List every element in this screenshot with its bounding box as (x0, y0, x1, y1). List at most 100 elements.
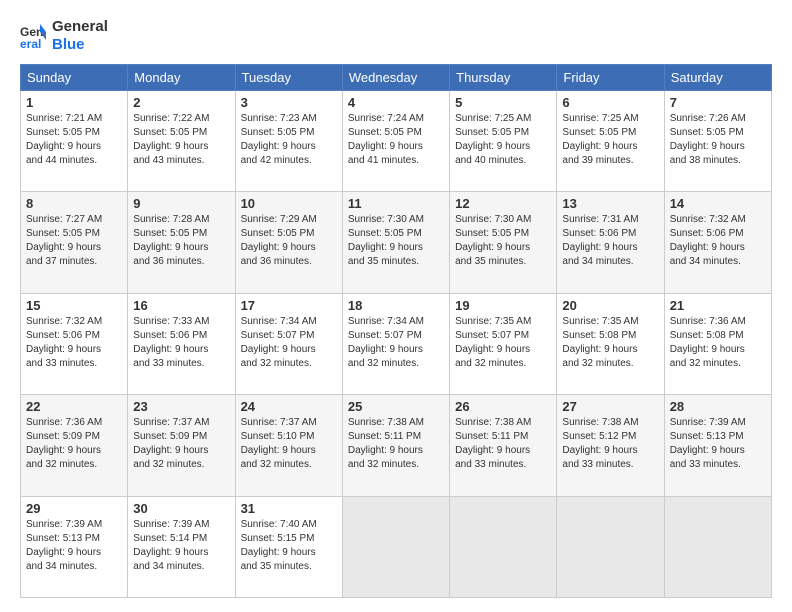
day-info: Sunrise: 7:31 AM Sunset: 5:06 PM Dayligh… (562, 213, 658, 269)
weekday-header-tuesday: Tuesday (235, 65, 342, 91)
calendar-cell (342, 496, 449, 597)
calendar-cell: 18 Sunrise: 7:34 AM Sunset: 5:07 PM Dayli… (342, 293, 449, 394)
logo: Gen eral General Blue (20, 18, 108, 54)
day-info: Sunrise: 7:30 AM Sunset: 5:05 PM Dayligh… (348, 213, 444, 269)
calendar-cell: 23 Sunrise: 7:37 AM Sunset: 5:09 PM Dayli… (128, 395, 235, 496)
day-info: Sunrise: 7:40 AM Sunset: 5:15 PM Dayligh… (241, 518, 337, 574)
day-info: Sunrise: 7:39 AM Sunset: 5:14 PM Dayligh… (133, 518, 229, 574)
day-number: 19 (455, 298, 551, 313)
day-number: 28 (670, 399, 766, 414)
calendar-cell: 13 Sunrise: 7:31 AM Sunset: 5:06 PM Dayli… (557, 192, 664, 293)
calendar-cell: 6 Sunrise: 7:25 AM Sunset: 5:05 PM Daylig… (557, 91, 664, 192)
calendar-cell (557, 496, 664, 597)
day-number: 30 (133, 501, 229, 516)
calendar-cell: 31 Sunrise: 7:40 AM Sunset: 5:15 PM Dayli… (235, 496, 342, 597)
day-number: 1 (26, 95, 122, 110)
day-info: Sunrise: 7:26 AM Sunset: 5:05 PM Dayligh… (670, 112, 766, 168)
day-number: 27 (562, 399, 658, 414)
day-info: Sunrise: 7:34 AM Sunset: 5:07 PM Dayligh… (348, 315, 444, 371)
week-row-0: 1 Sunrise: 7:21 AM Sunset: 5:05 PM Daylig… (21, 91, 772, 192)
day-number: 8 (26, 196, 122, 211)
day-number: 13 (562, 196, 658, 211)
day-info: Sunrise: 7:27 AM Sunset: 5:05 PM Dayligh… (26, 213, 122, 269)
weekday-header-row: SundayMondayTuesdayWednesdayThursdayFrid… (21, 65, 772, 91)
logo-text: General Blue (52, 18, 108, 54)
calendar-cell: 25 Sunrise: 7:38 AM Sunset: 5:11 PM Dayli… (342, 395, 449, 496)
day-info: Sunrise: 7:35 AM Sunset: 5:08 PM Dayligh… (562, 315, 658, 371)
day-info: Sunrise: 7:35 AM Sunset: 5:07 PM Dayligh… (455, 315, 551, 371)
day-info: Sunrise: 7:38 AM Sunset: 5:12 PM Dayligh… (562, 416, 658, 472)
calendar-cell: 29 Sunrise: 7:39 AM Sunset: 5:13 PM Dayli… (21, 496, 128, 597)
day-info: Sunrise: 7:24 AM Sunset: 5:05 PM Dayligh… (348, 112, 444, 168)
calendar-cell: 8 Sunrise: 7:27 AM Sunset: 5:05 PM Daylig… (21, 192, 128, 293)
day-info: Sunrise: 7:37 AM Sunset: 5:09 PM Dayligh… (133, 416, 229, 472)
day-info: Sunrise: 7:32 AM Sunset: 5:06 PM Dayligh… (26, 315, 122, 371)
calendar-cell: 2Sunrise: 7:22 AM Sunset: 5:05 PM Daylig… (128, 91, 235, 192)
day-info: Sunrise: 7:34 AM Sunset: 5:07 PM Dayligh… (241, 315, 337, 371)
week-row-3: 22 Sunrise: 7:36 AM Sunset: 5:09 PM Dayli… (21, 395, 772, 496)
day-info: Sunrise: 7:39 AM Sunset: 5:13 PM Dayligh… (26, 518, 122, 574)
calendar-cell: 12 Sunrise: 7:30 AM Sunset: 5:05 PM Dayli… (450, 192, 557, 293)
calendar-cell: 28Sunrise: 7:39 AM Sunset: 5:13 PM Dayli… (664, 395, 771, 496)
day-number: 21 (670, 298, 766, 313)
weekday-header-sunday: Sunday (21, 65, 128, 91)
calendar-cell: 19 Sunrise: 7:35 AM Sunset: 5:07 PM Dayli… (450, 293, 557, 394)
week-row-4: 29 Sunrise: 7:39 AM Sunset: 5:13 PM Dayli… (21, 496, 772, 597)
calendar-cell: 15 Sunrise: 7:32 AM Sunset: 5:06 PM Dayli… (21, 293, 128, 394)
calendar-cell: 1 Sunrise: 7:21 AM Sunset: 5:05 PM Daylig… (21, 91, 128, 192)
day-number: 5 (455, 95, 551, 110)
calendar-cell (664, 496, 771, 597)
weekday-header-wednesday: Wednesday (342, 65, 449, 91)
weekday-header-monday: Monday (128, 65, 235, 91)
calendar-cell: 3 Sunrise: 7:23 AM Sunset: 5:05 PM Daylig… (235, 91, 342, 192)
day-info: Sunrise: 7:21 AM Sunset: 5:05 PM Dayligh… (26, 112, 122, 168)
day-number: 18 (348, 298, 444, 313)
day-info: Sunrise: 7:32 AM Sunset: 5:06 PM Dayligh… (670, 213, 766, 269)
calendar-cell (450, 496, 557, 597)
calendar-cell: 17 Sunrise: 7:34 AM Sunset: 5:07 PM Dayli… (235, 293, 342, 394)
day-number: 15 (26, 298, 122, 313)
page: Gen eral General Blue SundayMondayTuesda… (0, 0, 792, 612)
day-number: 16 (133, 298, 229, 313)
weekday-header-saturday: Saturday (664, 65, 771, 91)
header: Gen eral General Blue (20, 18, 772, 54)
day-info: Sunrise: 7:29 AM Sunset: 5:05 PM Dayligh… (241, 213, 337, 269)
calendar-cell: 5 Sunrise: 7:25 AM Sunset: 5:05 PM Daylig… (450, 91, 557, 192)
day-info: Sunrise: 7:23 AM Sunset: 5:05 PM Dayligh… (241, 112, 337, 168)
day-number: 31 (241, 501, 337, 516)
calendar-cell: 7Sunrise: 7:26 AM Sunset: 5:05 PM Daylig… (664, 91, 771, 192)
weekday-header-thursday: Thursday (450, 65, 557, 91)
calendar-cell: 9Sunrise: 7:28 AM Sunset: 5:05 PM Daylig… (128, 192, 235, 293)
day-number: 9 (133, 196, 229, 211)
day-info: Sunrise: 7:36 AM Sunset: 5:09 PM Dayligh… (26, 416, 122, 472)
week-row-1: 8 Sunrise: 7:27 AM Sunset: 5:05 PM Daylig… (21, 192, 772, 293)
calendar-cell: 22 Sunrise: 7:36 AM Sunset: 5:09 PM Dayli… (21, 395, 128, 496)
day-number: 29 (26, 501, 122, 516)
day-number: 22 (26, 399, 122, 414)
week-row-2: 15 Sunrise: 7:32 AM Sunset: 5:06 PM Dayli… (21, 293, 772, 394)
logo-icon: Gen eral (20, 22, 48, 50)
day-info: Sunrise: 7:38 AM Sunset: 5:11 PM Dayligh… (348, 416, 444, 472)
day-info: Sunrise: 7:36 AM Sunset: 5:08 PM Dayligh… (670, 315, 766, 371)
day-number: 6 (562, 95, 658, 110)
calendar-cell: 24 Sunrise: 7:37 AM Sunset: 5:10 PM Dayli… (235, 395, 342, 496)
day-number: 26 (455, 399, 551, 414)
day-info: Sunrise: 7:37 AM Sunset: 5:10 PM Dayligh… (241, 416, 337, 472)
calendar-cell: 14Sunrise: 7:32 AM Sunset: 5:06 PM Dayli… (664, 192, 771, 293)
day-number: 11 (348, 196, 444, 211)
day-number: 25 (348, 399, 444, 414)
day-info: Sunrise: 7:25 AM Sunset: 5:05 PM Dayligh… (455, 112, 551, 168)
day-number: 12 (455, 196, 551, 211)
day-info: Sunrise: 7:38 AM Sunset: 5:11 PM Dayligh… (455, 416, 551, 472)
day-number: 24 (241, 399, 337, 414)
weekday-header-friday: Friday (557, 65, 664, 91)
calendar: SundayMondayTuesdayWednesdayThursdayFrid… (20, 64, 772, 598)
day-number: 3 (241, 95, 337, 110)
calendar-cell: 11 Sunrise: 7:30 AM Sunset: 5:05 PM Dayli… (342, 192, 449, 293)
day-number: 4 (348, 95, 444, 110)
day-number: 17 (241, 298, 337, 313)
day-number: 23 (133, 399, 229, 414)
day-info: Sunrise: 7:30 AM Sunset: 5:05 PM Dayligh… (455, 213, 551, 269)
day-info: Sunrise: 7:25 AM Sunset: 5:05 PM Dayligh… (562, 112, 658, 168)
day-number: 20 (562, 298, 658, 313)
